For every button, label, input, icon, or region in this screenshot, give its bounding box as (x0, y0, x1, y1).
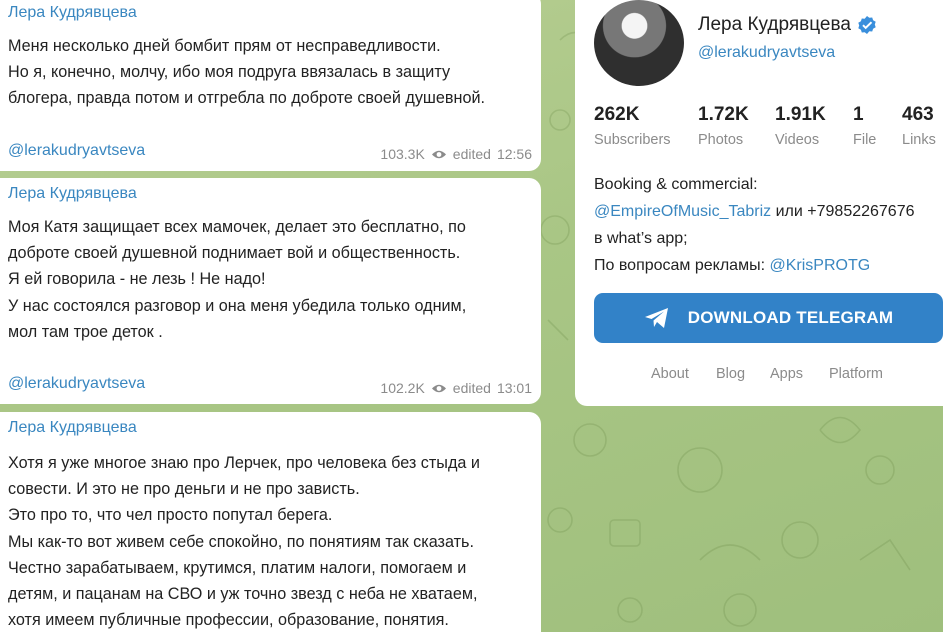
eye-icon (431, 384, 446, 392)
message-text: Хотя я уже многое знаю про Лерчек, про ч… (8, 454, 480, 630)
message-signature-link[interactable]: @lerakudryavtseva (8, 142, 145, 160)
message-meta: 102.2K edited 13:01 (380, 380, 532, 396)
message-text: Моя Катя защищает всех мамочек, делает э… (8, 218, 467, 341)
channel-avatar[interactable] (594, 0, 684, 86)
message-bubble: Лера Кудрявцева Хотя я уже многое знаю п… (0, 412, 541, 632)
telegram-plane-icon (644, 308, 668, 328)
footer-link-blog[interactable]: Blog (716, 366, 745, 382)
message-text: Меня несколько дней бомбит прям от неспр… (8, 37, 485, 108)
message-time[interactable]: 12:56 (497, 146, 532, 162)
message-meta: 103.3K edited 12:56 (380, 146, 532, 162)
edited-label: edited (452, 146, 491, 162)
channel-profile-card: Лера Кудрявцева @lerakudryavtseva 262K S… (575, 0, 943, 406)
channel-stats: 262K Subscribers 1.72K Photos 1.91K Vide… (594, 104, 943, 152)
verified-badge-icon (858, 16, 876, 34)
booking-link[interactable]: @EmpireOfMusic_Tabriz (594, 203, 771, 220)
stat-subscribers[interactable]: 262K Subscribers (594, 104, 671, 148)
view-count: 102.2K (380, 380, 425, 396)
message-bubble: Лера Кудрявцева Меня несколько дней бомб… (0, 0, 541, 171)
message-signature-link[interactable]: @lerakudryavtseva (8, 375, 145, 393)
message-author[interactable]: Лера Кудрявцева (8, 4, 137, 22)
footer-link-platform[interactable]: Platform (829, 366, 883, 382)
footer-link-apps[interactable]: Apps (770, 366, 803, 382)
message-author[interactable]: Лера Кудрявцева (8, 419, 137, 437)
download-telegram-button[interactable]: DOWNLOAD TELEGRAM (594, 293, 943, 343)
stat-videos[interactable]: 1.91K Videos (775, 104, 826, 148)
message-time[interactable]: 13:01 (497, 380, 532, 396)
view-count: 103.3K (380, 146, 425, 162)
message-bubble: Лера Кудрявцева Моя Катя защищает всех м… (0, 178, 541, 404)
ads-contact-link[interactable]: @KrisPROTG (769, 257, 870, 274)
stat-links[interactable]: 463 Links (902, 104, 936, 148)
channel-name: Лера Кудрявцева (698, 14, 877, 36)
stat-photos[interactable]: 1.72K Photos (698, 104, 749, 148)
eye-icon (431, 150, 446, 158)
edited-label: edited (452, 380, 491, 396)
channel-handle[interactable]: @lerakudryavtseva (698, 44, 835, 62)
message-author[interactable]: Лера Кудрявцева (8, 185, 137, 203)
message-feed[interactable]: Лера Кудрявцева Меня несколько дней бомб… (0, 0, 541, 632)
channel-description: Booking & commercial: @EmpireOfMusic_Tab… (594, 176, 915, 274)
stat-files[interactable]: 1 File (853, 104, 876, 148)
footer-link-about[interactable]: About (651, 366, 689, 382)
